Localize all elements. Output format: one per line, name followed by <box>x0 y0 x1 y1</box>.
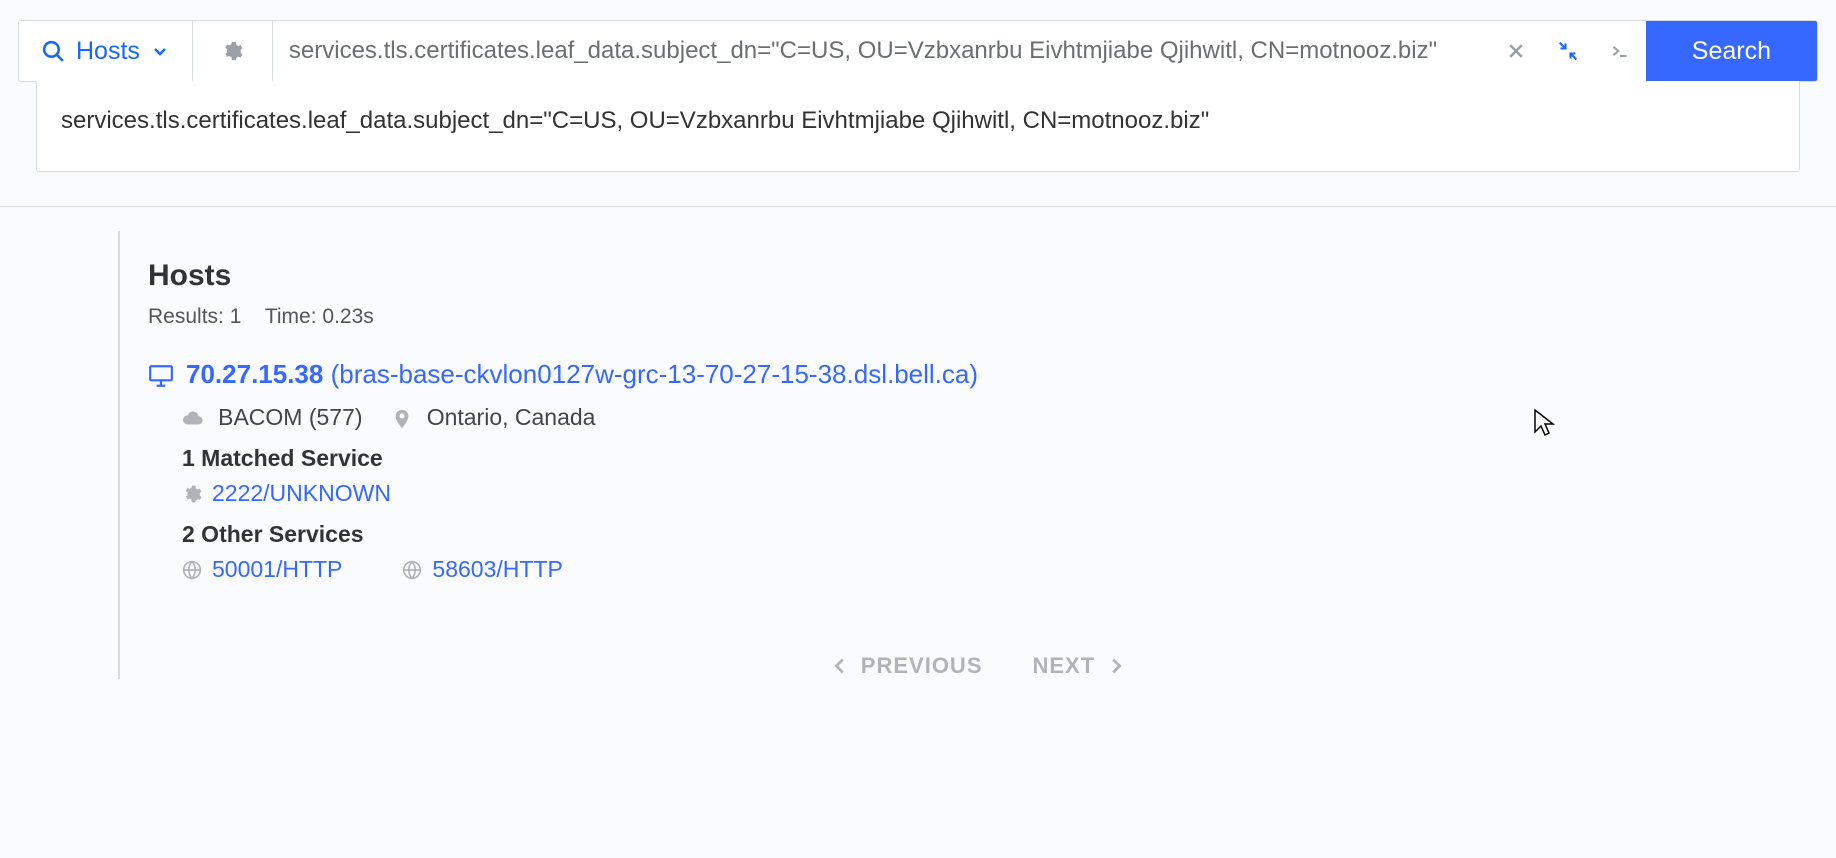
globe-icon <box>402 558 422 581</box>
terminal-icon <box>1610 41 1630 61</box>
terminal-button[interactable] <box>1594 21 1646 81</box>
next-button[interactable]: NEXT <box>1033 653 1128 679</box>
service-item: 2222/UNKNOWN <box>182 480 391 507</box>
query-input[interactable] <box>287 36 1476 66</box>
gear-icon <box>221 40 243 62</box>
desktop-icon <box>148 359 174 390</box>
clear-button[interactable] <box>1490 21 1542 81</box>
page-title: Hosts <box>148 259 1808 293</box>
other-heading: 2 Other Services <box>182 521 1808 548</box>
prev-button[interactable]: PREVIOUS <box>829 653 983 679</box>
compress-icon <box>1558 41 1578 61</box>
close-icon <box>1506 41 1526 61</box>
search-icon <box>41 39 66 64</box>
matched-services: 2222/UNKNOWN <box>182 480 1808 507</box>
gear-icon <box>182 482 202 505</box>
matched-heading: 1 Matched Service <box>182 445 1808 472</box>
scope-dropdown[interactable]: Hosts <box>19 21 193 81</box>
service-item: 50001/HTTP <box>182 556 342 583</box>
search-button[interactable]: Search <box>1646 21 1817 81</box>
collapse-button[interactable] <box>1542 21 1594 81</box>
prev-label: PREVIOUS <box>861 653 983 679</box>
globe-icon <box>182 558 202 581</box>
host-link[interactable]: 70.27.15.38 (bras-base-ckvlon0127w-grc-1… <box>186 359 978 390</box>
query-suggestion[interactable]: services.tls.certificates.leaf_data.subj… <box>36 81 1800 172</box>
other-services: 50001/HTTP 58603/HTTP <box>182 556 1808 583</box>
cloud-icon <box>182 405 210 430</box>
scope-label: Hosts <box>76 37 140 66</box>
results-meta: Results: 1 Time: 0.23s <box>148 305 1808 329</box>
suggestion-text: services.tls.certificates.leaf_data.subj… <box>61 107 1209 134</box>
left-gutter <box>0 231 120 679</box>
service-link[interactable]: 58603/HTTP <box>432 556 562 583</box>
divider <box>0 206 1836 207</box>
chevron-right-icon <box>1105 655 1127 677</box>
pagination: PREVIOUS NEXT <box>148 653 1808 679</box>
settings-button[interactable] <box>193 21 273 81</box>
results-time: Time: 0.23s <box>265 305 374 328</box>
query-field-wrap <box>273 21 1490 81</box>
results-count: Results: 1 <box>148 305 241 328</box>
search-button-label: Search <box>1692 37 1771 66</box>
search-bar: Hosts Search <box>18 20 1818 82</box>
service-link[interactable]: 2222/UNKNOWN <box>212 480 391 507</box>
asn-text: BACOM (577) <box>218 404 362 430</box>
host-info-row: BACOM (577) Ontario, Canada <box>182 404 1808 431</box>
location-text: Ontario, Canada <box>427 404 596 430</box>
map-pin-icon <box>391 405 419 430</box>
host-hostname: (bras-base-ckvlon0127w-grc-13-70-27-15-3… <box>331 359 978 389</box>
next-label: NEXT <box>1033 653 1096 679</box>
chevron-down-icon <box>150 39 170 64</box>
host-ip: 70.27.15.38 <box>186 359 323 389</box>
host-heading: 70.27.15.38 (bras-base-ckvlon0127w-grc-1… <box>148 359 1808 390</box>
chevron-left-icon <box>829 655 851 677</box>
service-link[interactable]: 50001/HTTP <box>212 556 342 583</box>
service-item: 58603/HTTP <box>402 556 562 583</box>
asn: BACOM (577) <box>182 404 363 431</box>
location: Ontario, Canada <box>391 404 596 431</box>
